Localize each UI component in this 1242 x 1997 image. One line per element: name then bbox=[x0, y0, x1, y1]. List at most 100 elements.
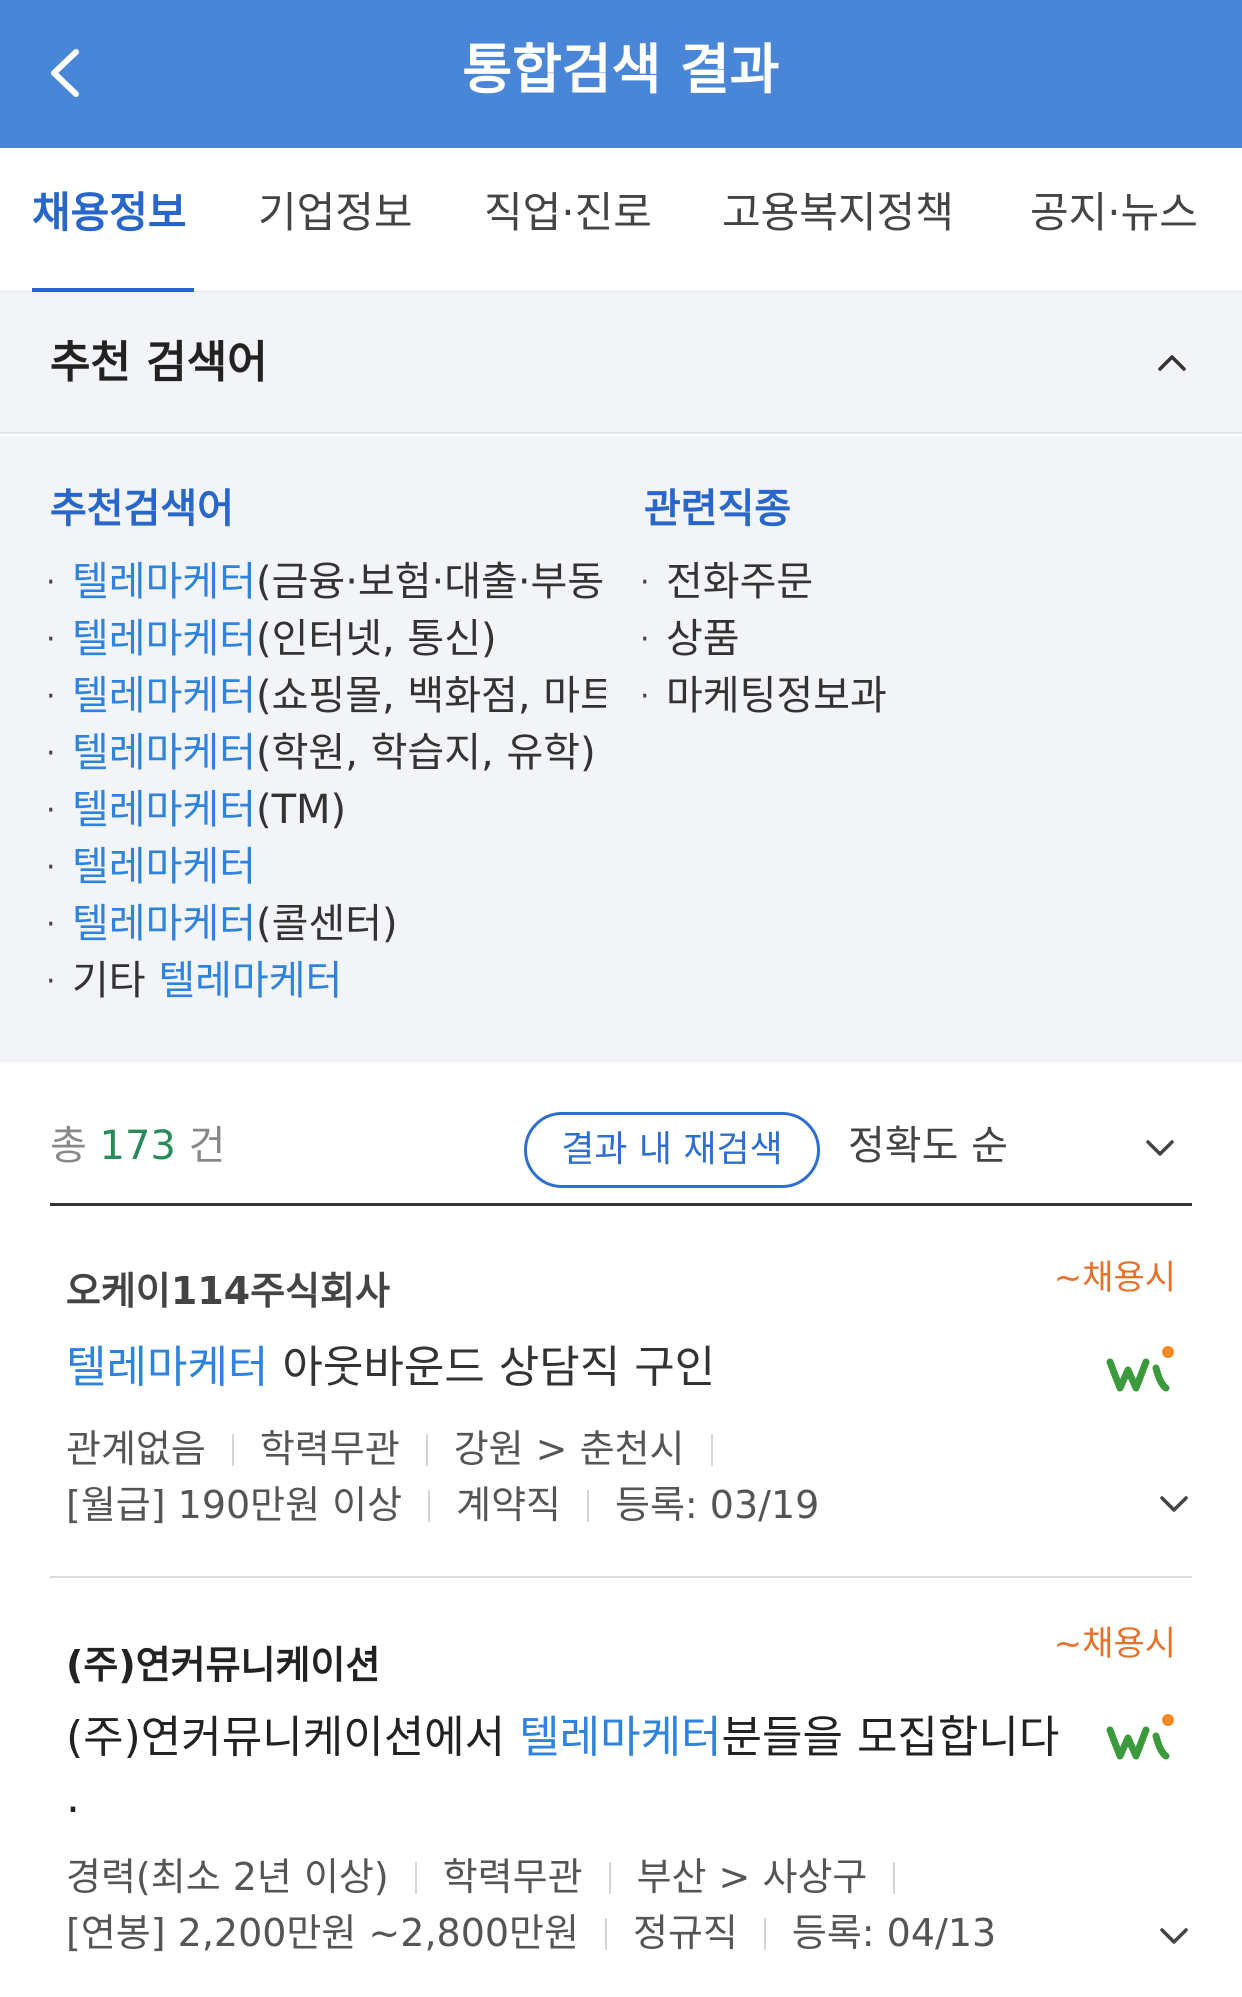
salary: [연봉] 2,200만원 ~2,800만원 bbox=[66, 1911, 579, 1955]
divider bbox=[608, 1862, 611, 1894]
recommend-keyword-item[interactable]: · 텔레마케터(TM) bbox=[46, 782, 606, 839]
divider bbox=[710, 1434, 713, 1466]
chevron-down-icon[interactable] bbox=[1156, 1920, 1192, 1950]
keyword-rest: (콜센터) bbox=[256, 901, 398, 947]
location: 강원 > 춘천시 bbox=[453, 1427, 685, 1471]
education: 학력무관 bbox=[442, 1855, 583, 1899]
keyword-highlight: 텔레마케터 bbox=[72, 787, 256, 833]
tab-notice-news[interactable]: 공지·뉴스 bbox=[1030, 148, 1198, 292]
result-toolbar: 총 173 건 결과 내 재검색 정확도 순 bbox=[50, 1092, 1192, 1206]
education: 학력무관 bbox=[259, 1427, 400, 1471]
bullet-icon: · bbox=[46, 736, 56, 771]
employment-type: 정규직 bbox=[632, 1911, 738, 1955]
job-title-rest: 아웃바운드 상담직 구인 bbox=[268, 1342, 716, 1393]
deadline-label: ~채용시 bbox=[1053, 1258, 1176, 1298]
related-job-item[interactable]: · 상품 bbox=[640, 611, 1140, 668]
recommend-keyword-item[interactable]: · 텔레마케터(금융·보험·대출·부동 bbox=[46, 554, 606, 611]
divider bbox=[231, 1434, 234, 1466]
registered-date: 등록: 03/19 bbox=[615, 1483, 820, 1527]
job-title-highlight: 텔레마케터 bbox=[66, 1342, 269, 1393]
bullet-icon: · bbox=[46, 679, 56, 714]
job-conditions: 경력(최소 2년 이상) 학력무관 부산 > 사상구 bbox=[66, 1846, 921, 1901]
keyword-highlight: 텔레마케터 bbox=[72, 673, 256, 719]
recommend-keyword-list: · 텔레마케터(금융·보험·대출·부동 · 텔레마케터(인터넷, 통신) · 텔레마케… bbox=[46, 554, 606, 1010]
recommend-keyword-item[interactable]: · 텔레마케터(인터넷, 통신) bbox=[46, 611, 606, 668]
page-title: 통합검색 결과 bbox=[462, 38, 780, 101]
tab-welfare-policy[interactable]: 고용복지정책 bbox=[722, 148, 954, 292]
job-conditions: 관계없음 학력무관 강원 > 춘천시 bbox=[66, 1418, 739, 1473]
recommend-keywords-title: 추천검색어 bbox=[50, 486, 234, 532]
registered-date: 등록: 04/13 bbox=[791, 1911, 997, 1955]
divider bbox=[587, 1490, 589, 1522]
divider bbox=[763, 1918, 766, 1950]
salary: [월급] 190만원 이상 bbox=[66, 1483, 403, 1527]
bullet-icon: · bbox=[46, 565, 56, 600]
job-title[interactable]: (주)연커뮤니케이션에서 텔레마케터분들을 모집합니다. bbox=[66, 1708, 1066, 1828]
job-terms: [월급] 190만원 이상 계약직 등록: 03/19 bbox=[66, 1474, 819, 1529]
job-title-continuation: . bbox=[66, 1772, 80, 1823]
chevron-down-icon[interactable] bbox=[1140, 1130, 1180, 1166]
keyword-rest: (학원, 학습지, 유학) bbox=[256, 730, 596, 776]
bullet-icon: · bbox=[640, 679, 650, 714]
recommend-section-title: 추천 검색어 bbox=[50, 337, 268, 388]
chevron-up-icon[interactable] bbox=[1150, 342, 1194, 382]
bullet-icon: · bbox=[46, 964, 56, 999]
job-title[interactable]: 텔레마케터 아웃바운드 상담직 구인 bbox=[66, 1338, 1066, 1398]
bullet-icon: · bbox=[46, 850, 56, 885]
recommend-keyword-item[interactable]: · 텔레마케터(쇼핑몰, 백화점, 마트 bbox=[46, 668, 606, 725]
total-suffix: 건 bbox=[188, 1123, 226, 1169]
divider bbox=[604, 1918, 607, 1950]
keyword-highlight: 텔레마케터 bbox=[72, 559, 256, 605]
job-title-rest: 분들을 모집합니다 bbox=[721, 1712, 1060, 1763]
keyword-rest: (인터넷, 통신) bbox=[256, 616, 497, 662]
job-title-prefix: (주)연커뮤니케이션에서 bbox=[66, 1712, 520, 1763]
keyword-rest: (TM) bbox=[256, 787, 347, 833]
employment-type: 계약직 bbox=[456, 1483, 561, 1527]
keyword-rest: (금융·보험·대출·부동 bbox=[256, 559, 605, 605]
divider bbox=[428, 1490, 431, 1522]
keyword-highlight: 텔레마케터 bbox=[72, 844, 256, 890]
company-name: 오케이114주식회사 bbox=[66, 1269, 391, 1313]
bullet-icon: · bbox=[46, 622, 56, 657]
related-job-item[interactable]: · 마케팅정보과 bbox=[640, 668, 1140, 725]
divider bbox=[414, 1862, 417, 1894]
recommend-keyword-item[interactable]: · 텔레마케터(학원, 학습지, 유학) bbox=[46, 725, 606, 782]
related-jobs-title: 관련직종 bbox=[644, 486, 792, 532]
related-jobs-list: · 전화주문 · 상품 · 마케팅정보과 bbox=[640, 554, 1140, 725]
experience: 관계없음 bbox=[66, 1427, 206, 1471]
tab-job-info[interactable]: 채용정보 bbox=[32, 148, 187, 292]
related-job-item[interactable]: · 전화주문 bbox=[640, 554, 1140, 611]
keyword-prefix: 기타 bbox=[72, 958, 159, 1004]
research-in-results-button[interactable]: 결과 내 재검색 bbox=[524, 1112, 820, 1188]
recommend-keyword-item[interactable]: · 텔레마케터(콜센터) bbox=[46, 896, 606, 953]
keyword-highlight: 텔레마케터 bbox=[72, 616, 256, 662]
job-listing[interactable]: 오케이114주식회사 ~채용시 텔레마케터 아웃바운드 상담직 구인 관계없음 학… bbox=[50, 1212, 1192, 1578]
sort-select[interactable]: 정확도 순 bbox=[848, 1092, 1008, 1200]
recommend-keyword-item[interactable]: · 텔레마케터 bbox=[46, 839, 606, 896]
deadline-label: ~채용시 bbox=[1053, 1624, 1176, 1664]
job-terms: [연봉] 2,200만원 ~2,800만원 정규직 등록: 04/13 bbox=[66, 1902, 996, 1957]
job-listing[interactable]: (주)연커뮤니케이션 ~채용시 (주)연커뮤니케이션에서 텔레마케터분들을 모집… bbox=[50, 1580, 1192, 1997]
result-count: 173 bbox=[99, 1123, 176, 1169]
recommend-keyword-item[interactable]: · 기타 텔레마케터 bbox=[46, 953, 606, 1010]
experience: 경력(최소 2년 이상) bbox=[66, 1855, 389, 1899]
bullet-icon: · bbox=[640, 622, 650, 657]
tab-company-info[interactable]: 기업정보 bbox=[258, 148, 413, 292]
keyword-highlight: 텔레마케터 bbox=[158, 958, 343, 1004]
related-job-label: 상품 bbox=[666, 616, 740, 662]
app-header: 통합검색 결과 bbox=[0, 0, 1242, 148]
tab-career-path[interactable]: 직업·진로 bbox=[484, 148, 652, 292]
worknet-logo-icon bbox=[1106, 1346, 1174, 1392]
bullet-icon: · bbox=[46, 907, 56, 942]
recommend-section-header[interactable]: 추천 검색어 bbox=[0, 292, 1242, 434]
category-tabs: 채용정보 기업정보 직업·진로 고용복지정책 공지·뉴스 bbox=[0, 148, 1242, 293]
divider bbox=[425, 1434, 428, 1466]
bullet-icon: · bbox=[640, 565, 650, 600]
related-job-label: 전화주문 bbox=[666, 559, 814, 605]
chevron-down-icon[interactable] bbox=[1156, 1488, 1192, 1518]
keyword-highlight: 텔레마케터 bbox=[72, 730, 256, 776]
location: 부산 > 사상구 bbox=[636, 1855, 868, 1899]
keyword-rest: (쇼핑몰, 백화점, 마트 bbox=[256, 673, 606, 719]
job-title-highlight: 텔레마케터 bbox=[519, 1712, 722, 1763]
recommend-panel: 추천검색어 관련직종 · 텔레마케터(금융·보험·대출·부동 · 텔레마케터(인터넷… bbox=[0, 436, 1242, 1062]
